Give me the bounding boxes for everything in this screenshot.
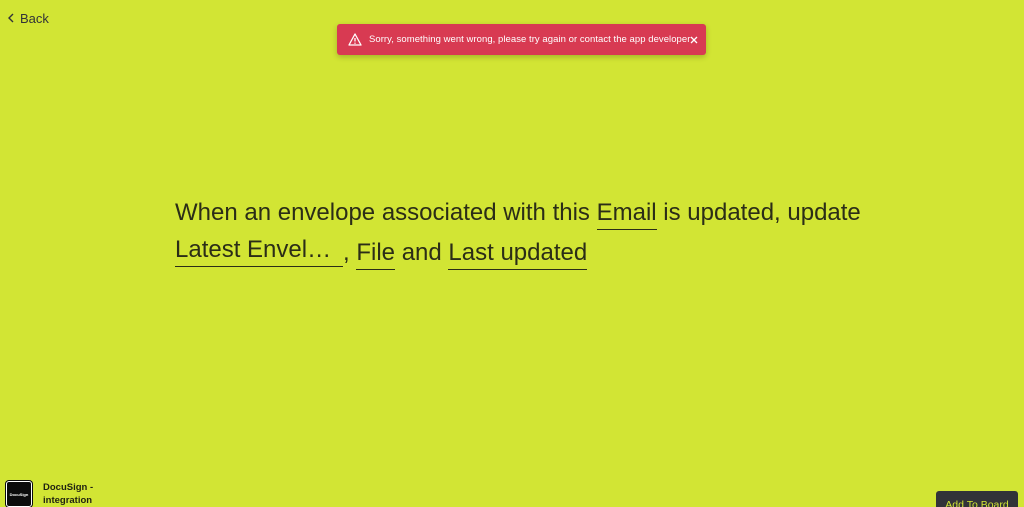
- comma: ,: [343, 239, 350, 266]
- add-to-board-button[interactable]: Add To Board: [936, 491, 1018, 507]
- sentence-line-1: When an envelope associated with this Em…: [175, 193, 865, 233]
- sentence-text: is updated, update: [663, 199, 861, 226]
- app-badge: DocuSign DocuSign - integration: [6, 481, 103, 507]
- close-icon[interactable]: [690, 33, 698, 47]
- back-link[interactable]: Back: [6, 9, 49, 27]
- sentence-text: and: [401, 239, 442, 266]
- email-field-selector[interactable]: Email: [596, 196, 657, 230]
- error-toast: Sorry, something went wrong, please try …: [337, 24, 706, 55]
- docusign-logo: DocuSign: [6, 481, 32, 507]
- sentence-text: When an envelope associated with this: [175, 199, 590, 226]
- back-label: Back: [20, 10, 49, 26]
- app-name: DocuSign - integration: [43, 482, 94, 506]
- logo-text: DocuSign: [9, 491, 29, 497]
- file-field-selector[interactable]: File: [356, 236, 396, 270]
- chevron-left-icon: [6, 12, 16, 24]
- sentence-line-2: Latest Envelop…, File and Last updated: [175, 233, 865, 273]
- latest-envelope-field-selector[interactable]: Latest Envelop…: [175, 233, 343, 267]
- last-updated-field-selector[interactable]: Last updated: [448, 236, 588, 270]
- toast-message: Sorry, something went wrong, please try …: [369, 34, 691, 45]
- recipe-sentence: When an envelope associated with this Em…: [175, 193, 865, 273]
- warning-icon: [348, 33, 362, 46]
